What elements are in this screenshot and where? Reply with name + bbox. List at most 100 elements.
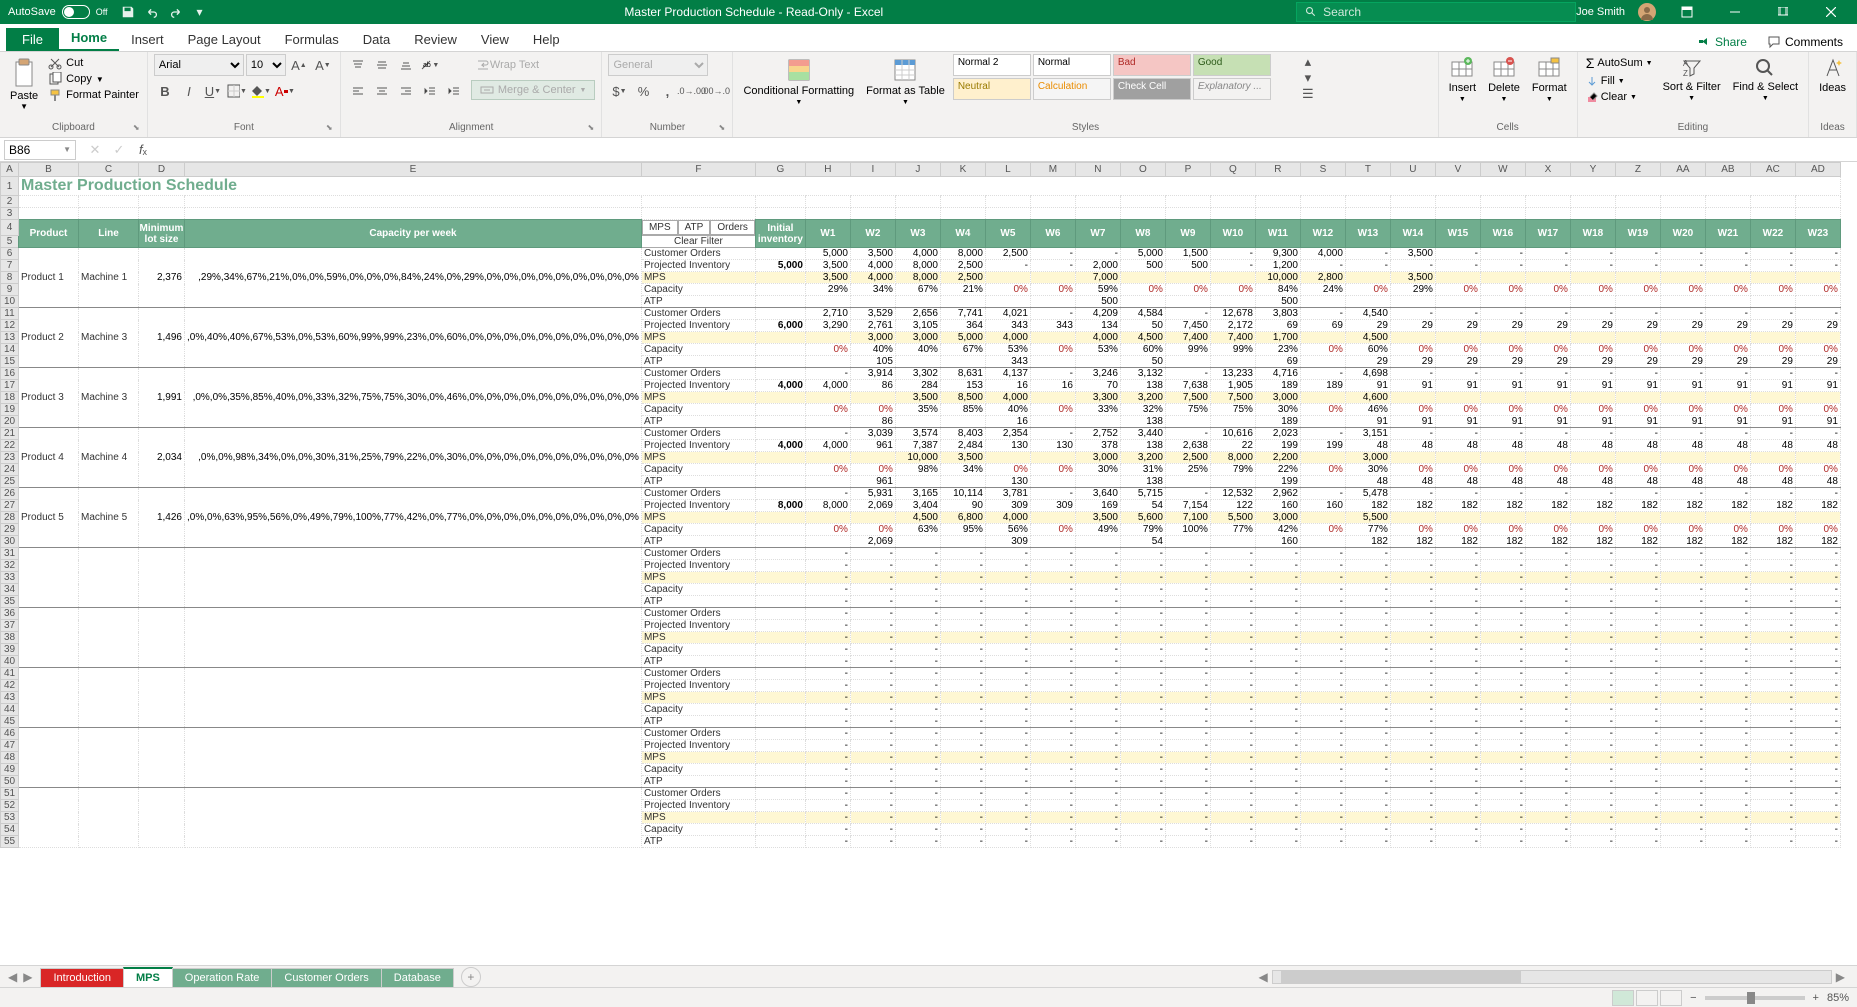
data-cell[interactable]: 4,000 [1300,248,1345,260]
data-cell[interactable]: - [1120,776,1165,788]
data-cell[interactable]: - [1705,752,1750,764]
data-cell[interactable]: 4,000 [895,248,940,260]
data-cell[interactable]: - [1075,728,1120,740]
data-cell[interactable]: 0% [1705,344,1750,356]
data-cell[interactable]: - [1570,728,1615,740]
header-initial-inventory[interactable]: Initial inventory [755,220,805,248]
row-label[interactable]: Capacity [641,584,755,596]
data-cell[interactable]: 91 [1345,416,1390,428]
data-cell[interactable]: - [805,800,850,812]
data-cell[interactable]: - [1615,716,1660,728]
data-cell[interactable]: - [1030,620,1075,632]
row-header[interactable]: 52 [1,800,19,812]
data-cell[interactable]: - [1300,752,1345,764]
data-cell[interactable]: - [1120,560,1165,572]
data-cell[interactable]: 48 [1705,440,1750,452]
data-cell[interactable]: - [805,488,850,500]
data-cell[interactable]: 3,000 [850,332,895,344]
data-cell[interactable]: 91 [1345,380,1390,392]
data-cell[interactable]: 50 [1120,320,1165,332]
data-cell[interactable]: - [1480,800,1525,812]
data-cell[interactable]: - [1075,680,1120,692]
data-cell[interactable]: - [1570,488,1615,500]
header-product[interactable]: Product [19,220,79,248]
data-cell[interactable]: 0% [1210,284,1255,296]
data-cell[interactable]: 0% [1435,524,1480,536]
data-cell[interactable]: 182 [1480,500,1525,512]
data-cell[interactable]: - [1570,716,1615,728]
data-cell[interactable]: - [1255,800,1300,812]
data-cell[interactable]: 3,404 [895,500,940,512]
data-cell[interactable]: 182 [1570,536,1615,548]
data-cell[interactable]: - [985,776,1030,788]
user-avatar-icon[interactable] [1637,2,1657,22]
data-cell[interactable]: 3,200 [1120,452,1165,464]
data-cell[interactable]: 91 [1750,380,1795,392]
data-cell[interactable]: - [1525,824,1570,836]
data-cell[interactable]: - [1525,836,1570,848]
data-cell[interactable]: - [1300,728,1345,740]
data-cell[interactable]: - [805,368,850,380]
data-cell[interactable]: 8,631 [940,368,985,380]
row-header[interactable]: 2 [1,196,19,208]
data-cell[interactable] [755,368,805,380]
data-cell[interactable]: 46% [1345,404,1390,416]
data-cell[interactable]: 4,584 [1120,308,1165,320]
data-cell[interactable] [755,800,805,812]
data-cell[interactable]: - [1660,368,1705,380]
data-cell[interactable]: 48 [1795,476,1840,488]
data-cell[interactable] [1210,296,1255,308]
row-header[interactable]: 12 [1,320,19,332]
data-cell[interactable] [1075,476,1120,488]
data-cell[interactable]: - [1615,656,1660,668]
data-cell[interactable]: - [1750,800,1795,812]
data-cell[interactable]: 33% [1075,404,1120,416]
data-cell[interactable]: - [985,656,1030,668]
data-cell[interactable]: 8,000 [1210,452,1255,464]
data-cell[interactable]: - [1705,704,1750,716]
data-cell[interactable]: - [1570,308,1615,320]
data-cell[interactable]: - [1120,704,1165,716]
data-cell[interactable]: - [1795,428,1840,440]
data-cell[interactable]: 4,540 [1345,308,1390,320]
data-cell[interactable]: - [1210,608,1255,620]
min-lot[interactable]: 2,376 [139,248,185,308]
cancel-formula-icon[interactable]: ✕ [84,139,106,161]
data-cell[interactable] [1795,272,1840,284]
data-cell[interactable]: - [1750,716,1795,728]
cell-styles-gallery[interactable]: Normal 2 Normal Bad Good Neutral Calcula… [953,54,1293,100]
chevron-down-icon[interactable]: ▼ [63,145,71,154]
data-cell[interactable]: 4,500 [895,512,940,524]
data-cell[interactable]: - [1255,704,1300,716]
data-cell[interactable] [805,416,850,428]
data-cell[interactable]: - [1255,836,1300,848]
data-cell[interactable]: 8,000 [940,248,985,260]
data-cell[interactable]: 1,700 [1255,332,1300,344]
data-cell[interactable]: - [1705,560,1750,572]
data-cell[interactable] [1660,272,1705,284]
data-cell[interactable] [850,452,895,464]
data-cell[interactable]: - [1255,656,1300,668]
data-cell[interactable]: 86 [850,416,895,428]
data-cell[interactable] [1345,272,1390,284]
data-cell[interactable]: 182 [1435,500,1480,512]
row-header[interactable]: 39 [1,644,19,656]
data-cell[interactable]: - [805,776,850,788]
data-cell[interactable]: - [805,548,850,560]
data-cell[interactable]: - [1210,692,1255,704]
data-cell[interactable]: - [1615,800,1660,812]
sheet-nav-next-icon[interactable]: ▶ [23,970,32,984]
row-header[interactable]: 15 [1,356,19,368]
data-cell[interactable]: - [1255,728,1300,740]
data-cell[interactable]: - [1120,752,1165,764]
line-name[interactable] [79,608,139,668]
data-cell[interactable]: - [1390,368,1435,380]
data-cell[interactable] [1210,356,1255,368]
style-good[interactable]: Good [1193,54,1271,76]
data-cell[interactable] [1795,452,1840,464]
data-cell[interactable]: - [985,716,1030,728]
min-lot[interactable]: 1,496 [139,308,185,368]
data-cell[interactable]: - [1300,596,1345,608]
data-cell[interactable] [1525,332,1570,344]
col-header-AC[interactable]: AC [1750,163,1795,177]
